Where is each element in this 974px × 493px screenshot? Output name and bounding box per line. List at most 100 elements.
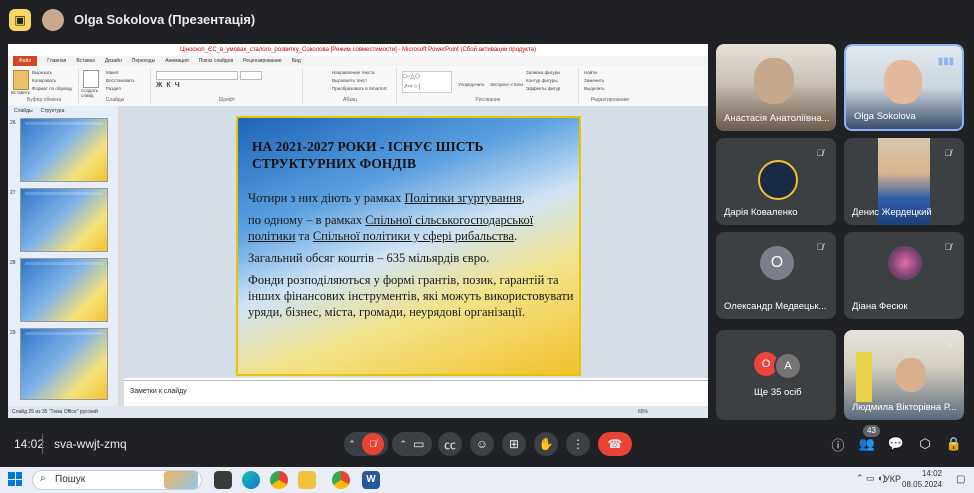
tab-outline[interactable]: Структура [41,106,65,116]
participant-avatar [758,160,798,200]
select-button[interactable]: Выделить [584,86,605,91]
shape-outline-button[interactable]: Контур фигуры [526,78,557,83]
tab-review[interactable]: Рецензирование [243,56,282,66]
participant-face [754,58,794,104]
tab-insert[interactable]: Вставка [76,56,95,66]
participant-tile-active[interactable]: ▮▮▮ Olga Sokolova [844,44,964,131]
tab-slides[interactable]: Слайды [14,106,33,116]
ribbon-group-label: Слайды [105,97,125,103]
paste-icon[interactable] [13,70,29,90]
slide-heading: НА 2021-2027 РОКИ - ІСНУЄ ШІСТЬ СТРУКТУР… [252,139,484,171]
replace-button[interactable]: Заменить [584,78,604,83]
camera-control[interactable]: ⌃ ▭ [392,432,432,456]
tab-design[interactable]: Дизайн [105,56,122,66]
clock-date[interactable]: 08.05.2024 [902,480,942,489]
font-style-buttons[interactable]: ЖКЧ [156,82,184,89]
slide-thumbnail[interactable] [20,328,108,400]
arrange-button[interactable]: Упорядочить [458,82,485,87]
task-view-icon[interactable] [214,471,232,489]
ribbon-group-editing: Найти Заменить Выделить Редактирование [580,68,640,104]
captions-button[interactable]: ㏄ [438,432,462,456]
slide-notes[interactable]: Заметки к слайду [124,380,708,404]
participant-tile[interactable]: 🎙̸ Діана Фесюк [844,232,964,319]
participant-tile[interactable]: 🎙̸ Людмила Вікторівна Р... [844,330,964,420]
chevron-up-icon[interactable]: ⌃ [400,439,408,450]
ribbon-group-label: Рисование [475,97,501,103]
shape-effects-button[interactable]: Эффекты фигур [526,86,560,91]
participant-name: Олександр Медвецьк... [724,301,827,312]
file-explorer-icon[interactable] [298,471,316,489]
activities-button[interactable]: ⬡ [913,432,937,456]
participant-tile[interactable]: Анастасія Анатоліївна... [716,44,836,131]
tab-home[interactable]: Главная [47,56,66,66]
slide-link[interactable]: Політики згуртування [404,191,521,205]
word-icon[interactable]: W [362,471,380,489]
presenter-avatar [42,9,64,31]
paste-button[interactable]: Вставить [11,90,30,95]
windows-start-icon[interactable] [8,472,22,486]
tab-slideshow[interactable]: Показ слайдов [199,56,233,66]
clock-time[interactable]: 14:02 [912,469,942,478]
shapes-gallery[interactable]: □○△⬠ ↗⇨☆{ [402,71,452,93]
people-icon: 👥 [858,436,876,451]
host-controls-button[interactable]: 🔒 [942,432,966,456]
font-size-box[interactable] [240,71,262,80]
tab-animations[interactable]: Анимация [165,56,188,66]
mic-control[interactable]: ⌃ 🎙̸ [344,432,388,456]
font-name-box[interactable] [156,71,238,80]
chrome-profile-icon[interactable] [332,471,350,489]
edge-icon[interactable] [242,471,260,489]
tab-view[interactable]: Вид [292,56,301,66]
cut-button[interactable]: Вырезать [32,70,52,75]
slide-thumbnail[interactable] [20,118,108,182]
reset-button[interactable]: Восстановить [106,78,135,83]
emoji-icon: ☺ [475,437,489,451]
present-button[interactable]: ⊞ [502,432,526,456]
lock-person-icon: 🔒 [945,436,963,451]
more-options-button[interactable]: ⋮ [566,432,590,456]
chevron-up-icon[interactable]: ⌃ [348,439,356,450]
zoom-level[interactable]: 65% [638,406,648,418]
find-button[interactable]: Найти [584,70,597,75]
shape-fill-button[interactable]: Заливка фигуры [526,70,560,75]
camera-icon[interactable]: ▭ [413,437,424,451]
slide-paragraph-2: по одному – в рамках Спільної сільського… [248,212,578,244]
format-painter-button[interactable]: Формат по образцу [32,86,72,91]
layout-button[interactable]: Макет [106,70,119,75]
align-text-button[interactable]: Выровнять текст [332,78,367,83]
ribbon-group-clipboard: Вставить Вырезать Копировать Формат по о… [10,68,79,104]
emoji-button[interactable]: ☺ [470,432,494,456]
mic-off-icon[interactable]: 🎙̸ [361,433,384,455]
input-language[interactable]: УКР [884,474,901,484]
participant-name: Людмила Вікторівна Р... [852,402,957,413]
meeting-info-button[interactable]: ⓘ [826,432,850,456]
smartart-button[interactable]: Преобразовать в SmartArt [332,86,387,91]
ribbon-group-label: Абзац [342,97,358,103]
participant-tile[interactable]: 🎙̸ Дарія Коваленко [716,138,836,225]
notification-icon[interactable]: ▢ [956,474,965,485]
chat-button[interactable]: 💬 [884,432,908,456]
presenter-title: Olga Sokolova (Презентація) [74,12,256,27]
chrome-icon[interactable] [270,471,288,489]
participant-tile[interactable]: 🎙̸ О Олександр Медвецьк... [716,232,836,319]
more-participants-tile[interactable]: О А Ще 35 осіб [716,330,836,420]
tray-icons[interactable]: ⌃ ▭ ◖) [856,473,885,484]
new-slide-icon[interactable] [83,70,99,88]
copy-button[interactable]: Копировать [32,78,56,83]
participant-tile[interactable]: 🎙̸ Денис Жердецкий [844,138,964,225]
mic-off-icon: 🎙̸ [944,242,952,252]
quick-styles-button[interactable]: Экспресс-стили [490,82,523,87]
text-direction-button[interactable]: Направление текста [332,70,375,75]
participant-name: Діана Фесюк [852,301,908,312]
search-icon: ⌕ [40,473,46,484]
tab-file[interactable]: Файл [13,56,38,66]
info-icon: ⓘ [831,437,845,453]
slide-link[interactable]: Спільної політики у сфері рибальства [313,229,514,243]
leave-call-button[interactable]: ☎ [598,432,632,456]
tab-transitions[interactable]: Переходы [132,56,155,66]
section-button[interactable]: Раздел [106,86,121,91]
raise-hand-button[interactable]: ✋ [534,432,558,456]
slide-thumbnail[interactable] [20,258,108,322]
slide-thumbnail[interactable] [20,188,108,252]
status-text: Слайд 25 из 35 "Тема Office" русский [12,409,98,415]
